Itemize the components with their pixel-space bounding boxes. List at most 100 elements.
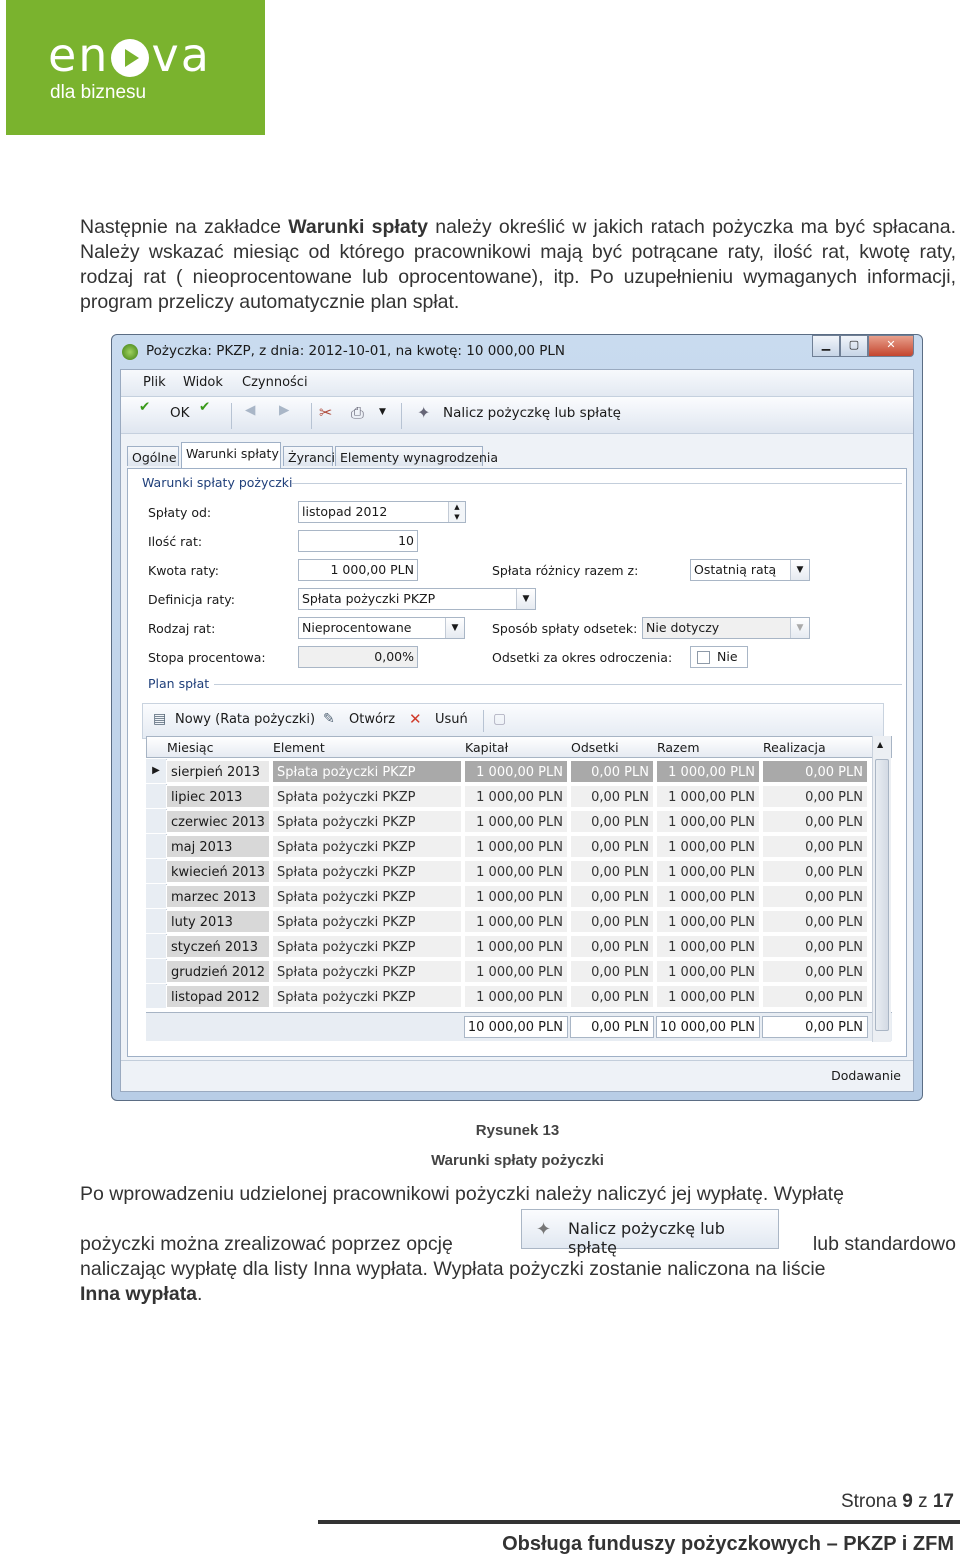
intro-paragraph: Następnie na zakładce Warunki spłaty nal… [80, 216, 956, 313]
splaty-od-field[interactable]: listopad 2012 ▲ ▼ [298, 501, 466, 523]
col-miesiac[interactable]: Miesiąc [167, 740, 213, 755]
calculate-loan-inline-button: ✦ Nalicz pożyczkę lub spłatę [521, 1209, 779, 1257]
odsetki-label: Odsetki za okres odroczenia: [492, 650, 673, 665]
table-cell: 1 000,00 PLN [464, 960, 568, 983]
table-cell: Spłata pożyczki PKZP [272, 935, 462, 958]
row-indicator[interactable] [146, 959, 167, 983]
table-row[interactable]: marzec 2013 Spłata pożyczki PKZP 1 000,00 … [146, 884, 892, 909]
group-warunki: Warunki spłaty pożyczki [142, 475, 902, 490]
col-element[interactable]: Element [273, 740, 325, 755]
table-cell: 0,00 PLN [762, 960, 868, 983]
rodzaj-rat-select[interactable]: Nieprocentowane ▼ [298, 617, 465, 639]
table-cell: 1 000,00 PLN [656, 860, 760, 883]
col-razem[interactable]: Razem [657, 740, 700, 755]
table-cell: 1 000,00 PLN [464, 885, 568, 908]
chevron-down-icon[interactable]: ▼ [790, 560, 809, 580]
tab-warunki-splaty[interactable]: Warunki spłaty [181, 442, 281, 468]
footer-rule [318, 1520, 960, 1524]
scroll-up-icon[interactable]: ▲ [877, 740, 883, 749]
col-realizacja[interactable]: Realizacja [763, 740, 826, 755]
row-indicator[interactable] [146, 984, 167, 1008]
menu-plik[interactable]: Plik [143, 375, 166, 390]
ok-check-icon[interactable]: ✔ [139, 399, 150, 415]
table-cell: 0,00 PLN [762, 985, 868, 1008]
scroll-thumb[interactable] [875, 759, 889, 1031]
table-row[interactable]: kwiecień 2013 Spłata pożyczki PKZP 1 000,0… [146, 859, 892, 884]
ok-button[interactable]: OK [170, 405, 189, 421]
delete-icon[interactable]: ✕ [409, 710, 422, 728]
print-dropdown-icon[interactable]: ▼ [379, 407, 386, 417]
spin-icon[interactable]: ▲ ▼ [448, 502, 465, 522]
new-button[interactable]: Nowy (Rata pożyczki) [175, 712, 315, 727]
col-kapital[interactable]: Kapitał [465, 740, 508, 755]
table-cell: 0,00 PLN [570, 985, 654, 1008]
save-check-icon[interactable]: ✔ [199, 399, 210, 415]
table-cell: 0,00 PLN [762, 885, 868, 908]
print-icon[interactable]: ⎙ [351, 403, 364, 423]
roznica-select[interactable]: Ostatnią ratą ▼ [690, 559, 810, 581]
row-indicator[interactable] [146, 859, 167, 883]
table-cell: Spłata pożyczki PKZP [272, 810, 462, 833]
ilosc-rat-field[interactable]: 10 [298, 530, 418, 552]
row-indicator[interactable] [146, 884, 167, 908]
table-row[interactable]: luty 2013 Spłata pożyczki PKZP 1 000,00 PL… [146, 909, 892, 934]
table-cell: grudzień 2012 [166, 960, 270, 983]
grid-header: Miesiąc Element Kapitał Odsetki Razem Re… [146, 736, 892, 758]
row-indicator[interactable] [146, 909, 167, 933]
odsetki-checkbox[interactable]: Nie [690, 646, 748, 668]
row-indicator[interactable] [146, 784, 167, 808]
menu-czynnosci[interactable]: Czynności [242, 375, 308, 390]
table-cell: lipiec 2013 [166, 785, 270, 808]
kwota-raty-field[interactable]: 1 000,00 PLN [298, 559, 418, 581]
table-cell: 1 000,00 PLN [656, 910, 760, 933]
table-cell: 0,00 PLN [570, 785, 654, 808]
menu-widok[interactable]: Widok [183, 375, 223, 390]
toolbar: ✔ OK ✔ ◀ ▶ ✂ ⎙ ▼ ✦ Nalicz pożyczkę lub s… [121, 397, 913, 434]
open-icon[interactable]: ✎ [323, 711, 335, 727]
row-indicator[interactable] [146, 834, 167, 858]
wand-icon[interactable]: ✦ [417, 403, 430, 422]
table-row[interactable]: czerwiec 2013 Spłata pożyczki PKZP 1 000,0… [146, 809, 892, 834]
table-cell: 0,00 PLN [762, 760, 868, 783]
table-cell: 0,00 PLN [762, 860, 868, 883]
definicja-raty-label: Definicja raty: [148, 592, 235, 607]
table-cell: 1 000,00 PLN [656, 835, 760, 858]
row-indicator[interactable] [146, 934, 167, 958]
table-row[interactable]: lipiec 2013 Spłata pożyczki PKZP 1 000,00 … [146, 784, 892, 809]
chevron-down-icon[interactable]: ▼ [516, 589, 535, 609]
table-cell: 1 000,00 PLN [656, 935, 760, 958]
close-button[interactable]: ✕ [868, 335, 914, 357]
tab-elementy-wynagrodzenia[interactable]: Elementy wynagrodzenia [335, 446, 498, 466]
table-row[interactable]: maj 2013 Spłata pożyczki PKZP 1 000,00 PLN… [146, 834, 892, 859]
definicja-raty-select[interactable]: Spłata pożyczki PKZP ▼ [298, 588, 536, 610]
table-cell: Spłata pożyczki PKZP [272, 960, 462, 983]
table-cell: 0,00 PLN [570, 860, 654, 883]
new-doc-icon[interactable]: ▤ [153, 711, 166, 727]
table-cell: 1 000,00 PLN [464, 785, 568, 808]
table-cell: 1 000,00 PLN [464, 910, 568, 933]
maximize-button[interactable]: ▢ [840, 335, 868, 357]
tools-icon[interactable]: ✂ [319, 403, 332, 422]
back-icon[interactable]: ◀ [245, 402, 255, 418]
grid-scrollbar[interactable]: ▲ [872, 736, 891, 1042]
table-row[interactable]: listopad 2012 Spłata pożyczki PKZP 1 000,0… [146, 984, 892, 1009]
table-cell: 1 000,00 PLN [656, 810, 760, 833]
col-odsetki[interactable]: Odsetki [571, 740, 619, 755]
tab-zyranci[interactable]: Żyranci [283, 446, 335, 466]
open-button[interactable]: Otwórz [349, 712, 395, 727]
forward-icon[interactable]: ▶ [279, 402, 289, 418]
rodzaj-rat-label: Rodzaj rat: [148, 621, 216, 636]
table-row[interactable]: styczeń 2013 Spłata pożyczki PKZP 1 000,00… [146, 934, 892, 959]
row-indicator[interactable]: ▶ [146, 759, 167, 783]
minimize-button[interactable]: ▁ [812, 335, 840, 357]
tab-ogolne[interactable]: Ogólne [127, 446, 179, 466]
row-indicator[interactable] [146, 809, 167, 833]
outro-line-2b: lub standardowo [812, 1233, 956, 1255]
delete-button[interactable]: Usuń [435, 712, 468, 727]
table-row[interactable]: grudzień 2012 Spłata pożyczki PKZP 1 000,0… [146, 959, 892, 984]
export-icon[interactable]: ▢ [493, 711, 506, 727]
chevron-down-icon[interactable]: ▼ [445, 618, 464, 638]
sposob-label: Sposób spłaty odsetek: [492, 621, 638, 636]
calculate-loan-button[interactable]: Nalicz pożyczkę lub spłatę [443, 405, 621, 421]
table-row[interactable]: ▶ sierpień 2013 Spłata pożyczki PKZP 1 000,… [146, 759, 892, 784]
